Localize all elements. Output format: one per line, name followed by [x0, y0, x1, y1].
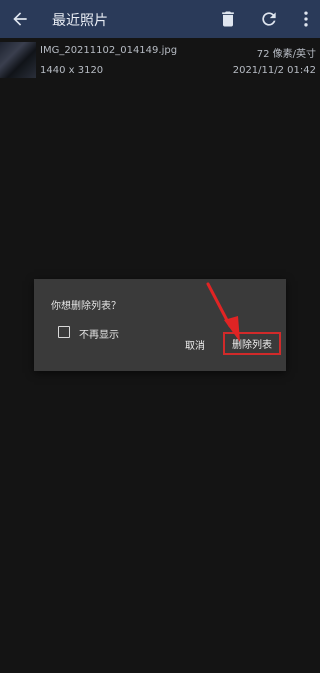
page-title: 最近照片 — [52, 13, 108, 29]
file-resolution: 1440 x 3120 — [40, 65, 104, 76]
checkbox-label: 不再显示 — [79, 330, 119, 341]
file-name: IMG_20211102_014149.jpg — [40, 45, 178, 56]
dont-show-again-checkbox[interactable] — [58, 326, 70, 338]
photo-thumbnail[interactable] — [0, 42, 36, 78]
file-date: 2021/11/2 01:42 — [232, 65, 316, 76]
empty-content-area — [0, 84, 320, 673]
dialog-message: 你想删除列表？ — [51, 301, 121, 312]
back-arrow-icon[interactable] — [10, 9, 30, 29]
trash-icon[interactable] — [218, 9, 238, 29]
file-dpi: 72 像素/英寸 — [256, 49, 316, 60]
refresh-icon[interactable] — [259, 9, 279, 29]
red-pointer-arrow-icon — [206, 282, 240, 342]
more-vert-icon[interactable] — [296, 9, 316, 29]
app-bar: 最近照片 — [0, 0, 320, 38]
photo-list-item[interactable]: IMG_20211102_014149.jpg 1440 x 3120 72 像… — [0, 38, 320, 84]
